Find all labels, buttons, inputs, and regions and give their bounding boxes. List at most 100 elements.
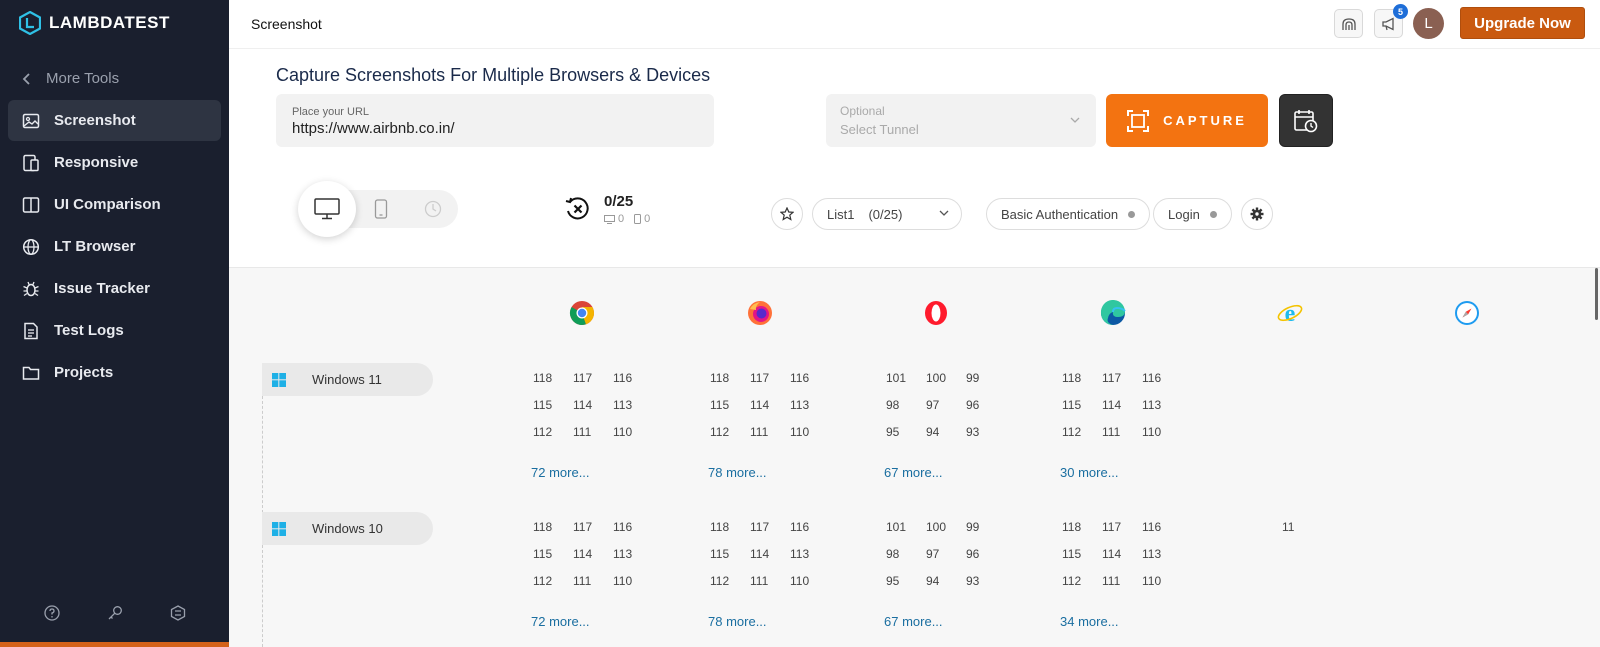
sidebar-item-projects[interactable]: Projects bbox=[8, 352, 221, 393]
ie-version-option[interactable]: 11 bbox=[1282, 520, 1294, 534]
version-option[interactable]: 116 bbox=[613, 371, 653, 385]
opera-more-versions-link[interactable]: 67 more... bbox=[884, 465, 943, 480]
version-option[interactable]: 112 bbox=[533, 425, 573, 439]
version-option[interactable]: 117 bbox=[573, 371, 613, 385]
version-option[interactable]: 99 bbox=[966, 520, 1006, 534]
version-option[interactable]: 93 bbox=[966, 425, 1006, 439]
version-option[interactable]: 114 bbox=[750, 547, 790, 561]
version-option[interactable]: 95 bbox=[886, 574, 926, 588]
edge-more-versions-link[interactable]: 34 more... bbox=[1060, 614, 1119, 629]
version-option[interactable]: 115 bbox=[710, 398, 750, 412]
key-icon[interactable] bbox=[107, 605, 123, 621]
url-input[interactable]: Place your URL https://www.airbnb.co.in/ bbox=[276, 94, 714, 147]
version-option[interactable]: 110 bbox=[1142, 574, 1182, 588]
version-option[interactable]: 114 bbox=[1102, 398, 1142, 412]
version-option[interactable]: 112 bbox=[1062, 425, 1102, 439]
version-option[interactable]: 97 bbox=[926, 398, 966, 412]
lambdatest-logo[interactable]: LAMBDATEST bbox=[19, 11, 170, 35]
help-icon[interactable] bbox=[43, 605, 60, 621]
version-option[interactable]: 112 bbox=[1062, 574, 1102, 588]
favorite-button[interactable] bbox=[771, 198, 803, 230]
version-option[interactable]: 113 bbox=[1142, 547, 1182, 561]
version-option[interactable]: 112 bbox=[710, 574, 750, 588]
version-option[interactable]: 114 bbox=[573, 547, 613, 561]
firefox-more-versions-link[interactable]: 78 more... bbox=[708, 614, 767, 629]
version-option[interactable]: 117 bbox=[750, 371, 790, 385]
os-row-windows-11[interactable]: Windows 11 bbox=[262, 363, 433, 396]
version-option[interactable]: 115 bbox=[1062, 547, 1102, 561]
upgrade-now-button[interactable]: Upgrade Now bbox=[1460, 7, 1585, 39]
version-option[interactable]: 97 bbox=[926, 547, 966, 561]
version-option[interactable]: 111 bbox=[573, 425, 613, 439]
version-option[interactable]: 114 bbox=[573, 398, 613, 412]
version-option[interactable]: 94 bbox=[926, 574, 966, 588]
version-option[interactable]: 118 bbox=[533, 520, 573, 534]
capture-button[interactable]: CAPTURE bbox=[1106, 94, 1268, 147]
integrations-icon[interactable] bbox=[170, 605, 186, 621]
version-option[interactable]: 116 bbox=[1142, 520, 1182, 534]
version-option[interactable]: 117 bbox=[573, 520, 613, 534]
version-option[interactable]: 111 bbox=[750, 574, 790, 588]
version-option[interactable]: 116 bbox=[613, 520, 653, 534]
version-option[interactable]: 98 bbox=[886, 398, 926, 412]
edge-more-versions-link[interactable]: 30 more... bbox=[1060, 465, 1119, 480]
version-option[interactable]: 110 bbox=[613, 574, 653, 588]
firefox-more-versions-link[interactable]: 78 more... bbox=[708, 465, 767, 480]
version-option[interactable]: 110 bbox=[1142, 425, 1182, 439]
version-option[interactable]: 113 bbox=[613, 398, 653, 412]
version-option[interactable]: 116 bbox=[1142, 371, 1182, 385]
version-option[interactable]: 101 bbox=[886, 371, 926, 385]
version-option[interactable]: 118 bbox=[1062, 371, 1102, 385]
sidebar-item-responsive[interactable]: Responsive bbox=[8, 142, 221, 183]
version-option[interactable]: 115 bbox=[533, 398, 573, 412]
version-option[interactable]: 115 bbox=[1062, 398, 1102, 412]
os-row-windows-10[interactable]: Windows 10 bbox=[262, 512, 433, 545]
version-option[interactable]: 95 bbox=[886, 425, 926, 439]
version-option[interactable]: 111 bbox=[573, 574, 613, 588]
version-option[interactable]: 110 bbox=[613, 425, 653, 439]
login-button[interactable]: Login bbox=[1153, 198, 1232, 230]
version-option[interactable]: 98 bbox=[886, 547, 926, 561]
version-option[interactable]: 115 bbox=[533, 547, 573, 561]
version-option[interactable]: 117 bbox=[1102, 371, 1142, 385]
chrome-more-versions-link[interactable]: 72 more... bbox=[531, 465, 590, 480]
chrome-more-versions-link[interactable]: 72 more... bbox=[531, 614, 590, 629]
more-tools-link[interactable]: More Tools bbox=[22, 70, 119, 87]
settings-button[interactable] bbox=[1241, 198, 1273, 230]
version-option[interactable]: 118 bbox=[710, 520, 750, 534]
version-option[interactable]: 111 bbox=[750, 425, 790, 439]
version-option[interactable]: 113 bbox=[790, 547, 830, 561]
version-option[interactable]: 99 bbox=[966, 371, 1006, 385]
version-option[interactable]: 96 bbox=[966, 398, 1006, 412]
reset-selection-icon[interactable] bbox=[564, 195, 592, 223]
mobile-icon[interactable] bbox=[374, 199, 388, 219]
version-option[interactable]: 111 bbox=[1102, 574, 1142, 588]
version-option[interactable]: 115 bbox=[710, 547, 750, 561]
version-option[interactable]: 113 bbox=[790, 398, 830, 412]
version-option[interactable]: 100 bbox=[926, 520, 966, 534]
announcements-button[interactable]: 5 bbox=[1374, 4, 1408, 38]
version-option[interactable]: 111 bbox=[1102, 425, 1142, 439]
desktop-toggle[interactable] bbox=[298, 181, 356, 237]
browser-list-select[interactable]: List1 (0/25) bbox=[812, 198, 962, 230]
version-option[interactable]: 110 bbox=[790, 574, 830, 588]
version-option[interactable]: 117 bbox=[750, 520, 790, 534]
version-option[interactable]: 118 bbox=[710, 371, 750, 385]
url-input-value[interactable]: https://www.airbnb.co.in/ bbox=[292, 120, 698, 137]
version-option[interactable]: 93 bbox=[966, 574, 1006, 588]
version-option[interactable]: 110 bbox=[790, 425, 830, 439]
version-option[interactable]: 117 bbox=[1102, 520, 1142, 534]
version-option[interactable]: 94 bbox=[926, 425, 966, 439]
version-option[interactable]: 100 bbox=[926, 371, 966, 385]
history-icon[interactable] bbox=[424, 200, 442, 218]
version-option[interactable]: 113 bbox=[1142, 398, 1182, 412]
tunnel-status-button[interactable] bbox=[1334, 9, 1363, 38]
version-option[interactable]: 118 bbox=[533, 371, 573, 385]
version-option[interactable]: 101 bbox=[886, 520, 926, 534]
sidebar-item-ui-comparison[interactable]: UI Comparison bbox=[8, 184, 221, 225]
opera-more-versions-link[interactable]: 67 more... bbox=[884, 614, 943, 629]
version-option[interactable]: 116 bbox=[790, 371, 830, 385]
version-option[interactable]: 114 bbox=[1102, 547, 1142, 561]
version-option[interactable]: 116 bbox=[790, 520, 830, 534]
version-option[interactable]: 96 bbox=[966, 547, 1006, 561]
